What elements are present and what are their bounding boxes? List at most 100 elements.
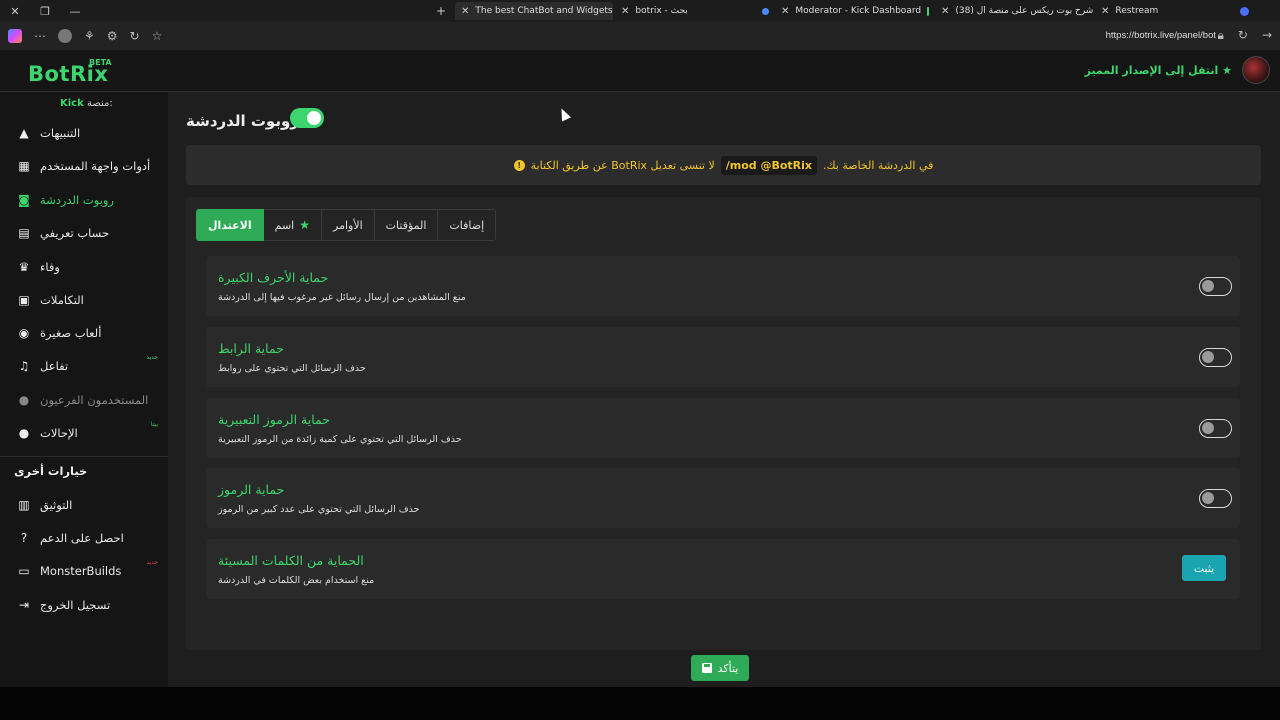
refresh-icon[interactable]: ↻ xyxy=(130,29,140,43)
option-symbol-protection: حماية الرموز حذف الرسائل التي تحتوي على … xyxy=(206,468,1240,528)
save-button-label: يتأكد xyxy=(717,661,739,675)
browser-tab-kick-dashboard[interactable]: ✕ Moderator - Kick Dashboard xyxy=(775,2,935,20)
emote-protection-toggle[interactable] xyxy=(1199,419,1232,438)
option-title: حماية الرموز xyxy=(218,482,285,497)
reload-icon[interactable]: ↻ xyxy=(1238,28,1248,43)
beta-badge: BETA xyxy=(89,58,112,67)
warning-icon: ▲ xyxy=(19,126,29,140)
restore-window-icon[interactable]: ❐ xyxy=(30,5,60,18)
new-badge: جديد xyxy=(146,354,158,361)
close-tab-icon[interactable]: ✕ xyxy=(941,6,949,17)
alert-text-1: في الدردشة الخاصة بك. xyxy=(823,158,934,172)
caps-protection-toggle[interactable] xyxy=(1199,277,1232,296)
browser-address-bar: ⋯ ⚘ ⚙ ↻ ☆ https://botrix.live/panel/bot … xyxy=(0,22,1280,50)
close-tab-icon[interactable]: ✕ xyxy=(1101,6,1109,17)
sidebar-item-alerts[interactable]: ▲ التنبيهات xyxy=(0,118,168,148)
sidebar-item-label: التوثيق xyxy=(40,498,73,512)
sidebar-item-profile[interactable]: ▤ حساب تعريفي xyxy=(0,218,168,248)
link-protection-toggle[interactable] xyxy=(1199,348,1232,367)
gamepad-icon: ◉ xyxy=(18,326,30,340)
install-button[interactable]: يثبت xyxy=(1182,555,1226,581)
laptop-icon: ▭ xyxy=(18,564,30,578)
sidebar-item-label: المستخدمون الفرعيون xyxy=(40,393,149,407)
sidebar-item-monsterbuilds[interactable]: ▭ MonsterBuilds جديد xyxy=(0,556,168,586)
symbol-protection-toggle[interactable] xyxy=(1199,489,1232,508)
beta-badge: بيتا xyxy=(150,421,158,428)
tab-commands[interactable]: الأوامر xyxy=(322,209,375,241)
option-description: منع استخدام بعض الكلمات في الدردشة xyxy=(218,575,375,586)
minimize-window-icon[interactable]: — xyxy=(60,5,90,18)
browser-tab-restream[interactable]: ✕ Restream xyxy=(1095,2,1255,20)
tab-name[interactable]: اسم ★ xyxy=(263,209,322,241)
premium-link[interactable]: ★ انتقل إلى الإصدار المميز xyxy=(1085,64,1232,77)
sidebar-item-logout[interactable]: ⇥ تسجيل الخروج xyxy=(0,590,168,620)
close-window-icon[interactable]: ✕ xyxy=(0,5,30,18)
url-field[interactable]: https://botrix.live/panel/bot xyxy=(1106,30,1216,41)
premium-link-label: انتقل إلى الإصدار المميز xyxy=(1084,64,1219,77)
option-title: حماية الأحرف الكبيرة xyxy=(218,270,329,285)
sidebar-item-integrations[interactable]: ▣ التكاملات xyxy=(0,285,168,315)
option-description: حذف الرسائل التي تحتوي على عدد كبير من ا… xyxy=(218,504,420,515)
lock-icon: 🔒︎ xyxy=(1217,28,1224,42)
star-icon: ★ xyxy=(1222,64,1232,77)
user-avatar[interactable] xyxy=(1242,56,1270,84)
close-tab-icon[interactable]: ✕ xyxy=(781,6,789,17)
tab-label: Moderator - Kick Dashboard xyxy=(795,6,922,16)
kick-favicon-icon xyxy=(927,6,929,16)
tab-label: الأوامر xyxy=(333,218,363,232)
mod-command-code: /mod @BotRix xyxy=(720,155,818,175)
table-icon: ▦ xyxy=(18,159,30,173)
sidebar-item-referrals[interactable]: ● الإحالات بيتا xyxy=(0,418,168,448)
sidebar-item-docs[interactable]: ▥ التوثيق xyxy=(0,490,168,520)
tab-addons[interactable]: إضافات xyxy=(438,209,497,241)
sidebar-item-label: تفاعل xyxy=(40,359,69,373)
option-description: حذف الرسائل التي تحتوي على روابط xyxy=(218,363,366,374)
new-tab-icon[interactable]: + xyxy=(436,4,446,18)
browser-tab-youtube[interactable]: ✕ (38) شرح بوت ريكس على منصة ال xyxy=(935,2,1095,20)
users-icon: ● xyxy=(18,393,30,407)
copilot-icon[interactable] xyxy=(8,29,22,43)
sidebar-item-chatbot[interactable]: ◙ روبوت الدردشة xyxy=(0,185,168,215)
platform-indicator: Kick منصة: xyxy=(60,98,113,109)
restream-favicon-icon xyxy=(1240,6,1249,16)
chatbot-enable-toggle[interactable] xyxy=(290,108,324,128)
music-icon: ♫ xyxy=(18,359,30,373)
sidebar-item-support[interactable]: ? احصل على الدعم xyxy=(0,523,168,553)
sidebar-item-subusers[interactable]: ● المستخدمون الفرعيون xyxy=(0,385,168,415)
tab-timers[interactable]: المؤقتات xyxy=(374,209,439,241)
profile-avatar[interactable] xyxy=(58,29,72,43)
sidebar-item-minigames[interactable]: ◉ ألعاب صغيرة xyxy=(0,318,168,348)
platform-label: منصة: xyxy=(86,98,113,109)
tab-moderation[interactable]: الاعتدال xyxy=(196,209,264,241)
more-icon[interactable]: ⋯ xyxy=(34,29,46,43)
sidebar-item-widgets[interactable]: ▦ أدوات واجهة المستخدم xyxy=(0,151,168,181)
question-icon: ? xyxy=(20,531,28,545)
sidebar-item-label: احصل على الدعم xyxy=(40,531,124,545)
close-tab-icon[interactable]: ✕ xyxy=(621,6,629,17)
sidebar-item-interaction[interactable]: ♫ تفاعل جديد xyxy=(0,351,168,381)
favorite-star-icon[interactable]: ☆ xyxy=(152,29,163,43)
sidebar-item-loyalty[interactable]: ♛ وفاء xyxy=(0,252,168,282)
warning-circle-icon: ! xyxy=(513,159,525,171)
save-button[interactable]: يتأكد xyxy=(691,655,749,681)
browser-tab-botrix-chatbot[interactable]: ✕ The best ChatBot and Widgets fo xyxy=(455,2,613,20)
platform-value: Kick xyxy=(60,98,84,109)
sidebar-item-label: الإحالات xyxy=(40,426,78,440)
browser-tab-search[interactable]: ✕ botrix - بحث xyxy=(615,2,775,20)
tab-label: The best ChatBot and Widgets fo xyxy=(475,6,613,16)
settings-icon[interactable]: ⚙ xyxy=(107,29,118,43)
robot-icon: ◙ xyxy=(18,193,30,207)
sidebar-item-label: أدوات واجهة المستخدم xyxy=(40,159,151,173)
forward-icon[interactable]: → xyxy=(1262,28,1272,43)
new-badge: جديد xyxy=(146,559,158,566)
close-tab-icon[interactable]: ✕ xyxy=(461,6,469,17)
option-title: حماية الرابط xyxy=(218,341,284,356)
tab-label: botrix - بحث xyxy=(635,6,688,16)
extensions-icon[interactable]: ⚘ xyxy=(84,29,95,43)
sidebar-item-label: حساب تعريفي xyxy=(40,226,110,240)
sidebar-item-label: وفاء xyxy=(40,260,60,274)
save-disk-icon xyxy=(701,663,712,673)
sidebar-item-label: تسجيل الخروج xyxy=(40,598,111,612)
star-icon: ★ xyxy=(299,218,310,232)
alert-text-2: لا تنسى تعديل BotRix عن طريق الكتابة xyxy=(530,158,715,172)
